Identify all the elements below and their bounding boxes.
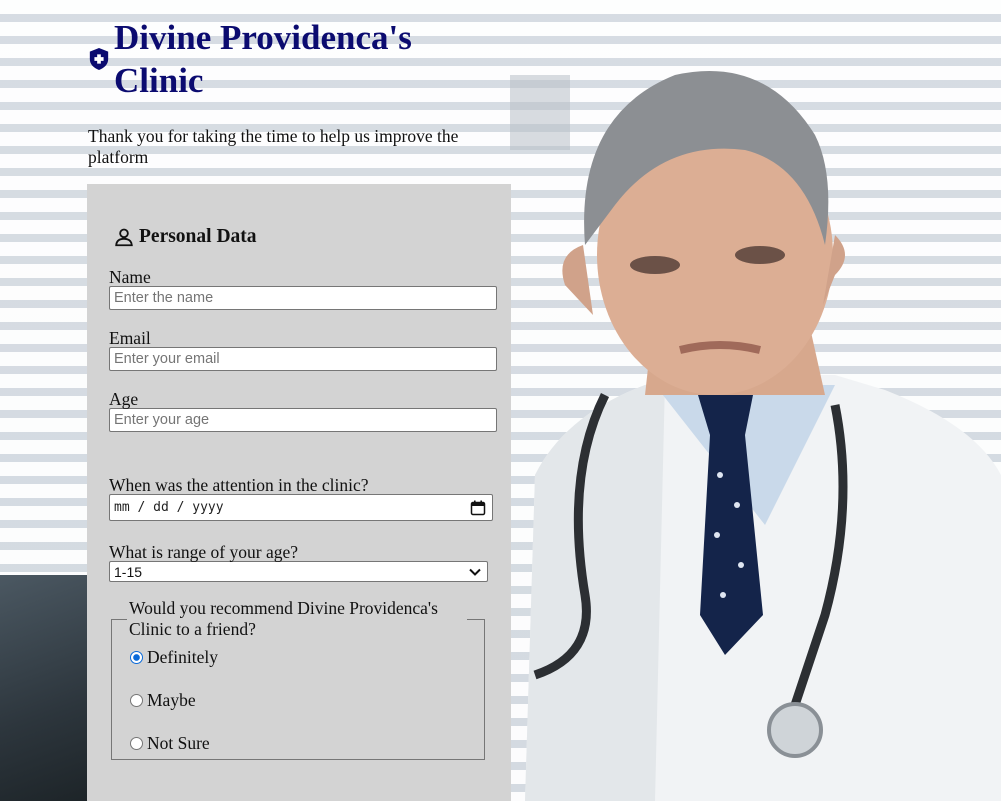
name-field: Name xyxy=(109,268,511,310)
email-label: Email xyxy=(109,328,151,348)
background-photo-left xyxy=(0,575,90,801)
calendar-icon[interactable] xyxy=(470,500,486,516)
clinic-title: Divine Providenca's Clinic xyxy=(114,18,412,100)
personal-data-label: Personal Data xyxy=(139,226,257,247)
age-input[interactable] xyxy=(109,408,497,432)
recommend-fieldset: Would you recommend Divine Providenca's … xyxy=(111,598,485,760)
option-definitely-label: Definitely xyxy=(147,646,218,667)
intro-text: Thank you for taking the time to help us… xyxy=(88,126,459,167)
name-input[interactable] xyxy=(109,286,497,310)
radio-not-sure[interactable] xyxy=(130,736,143,750)
shield-plus-icon xyxy=(89,48,109,70)
attention-date-label: When was the attention in the clinic? xyxy=(109,475,369,495)
age-range-field: What is range of your age? 1-15 xyxy=(109,543,511,582)
personal-data-heading: Personal Data xyxy=(113,226,511,248)
attention-date-input[interactable]: mm / dd / yyyy xyxy=(109,494,493,521)
age-field: Age xyxy=(109,390,511,432)
page-header: Divine Providenca's Clinic Thank you for… xyxy=(88,16,508,168)
survey-form: Personal Data Name Email Age When was th… xyxy=(87,184,511,801)
age-range-label: What is range of your age? xyxy=(109,542,299,562)
user-outline-icon xyxy=(115,228,133,247)
email-input[interactable] xyxy=(109,347,497,371)
option-not-sure-label: Not Sure xyxy=(147,732,210,753)
option-not-sure[interactable]: Not Sure xyxy=(130,732,484,754)
chevron-down-icon xyxy=(469,568,481,576)
radio-maybe[interactable] xyxy=(130,693,143,707)
date-value: mm / dd / yyyy xyxy=(114,500,224,515)
option-maybe-label: Maybe xyxy=(147,689,196,710)
radio-definitely[interactable] xyxy=(130,650,143,664)
doctor-photo xyxy=(525,71,1001,801)
age-label: Age xyxy=(109,389,139,409)
email-field: Email xyxy=(109,329,511,371)
option-definitely[interactable]: Definitely xyxy=(130,646,484,668)
recommend-legend: Would you recommend Divine Providenca's … xyxy=(129,598,438,639)
background-monitor xyxy=(510,75,570,150)
name-label: Name xyxy=(109,267,151,287)
attention-date-field: When was the attention in the clinic? mm… xyxy=(109,476,511,521)
age-range-selected: 1-15 xyxy=(114,563,143,580)
option-maybe[interactable]: Maybe xyxy=(130,689,484,711)
age-range-select[interactable]: 1-15 xyxy=(109,561,488,582)
